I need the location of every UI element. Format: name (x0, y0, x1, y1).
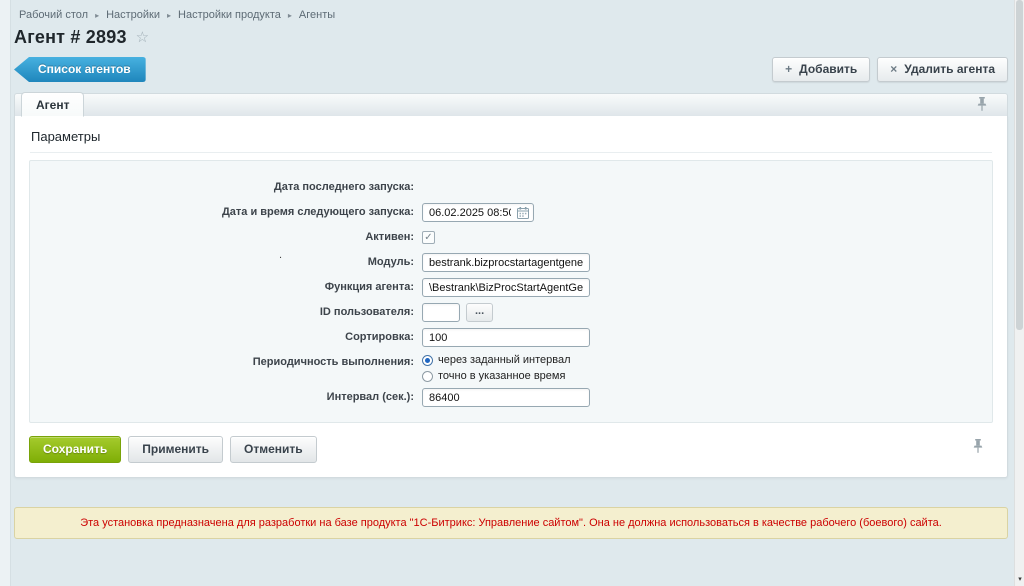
radio-selected-icon[interactable] (422, 355, 433, 366)
field-row-last-run: Дата последнего запуска: (30, 178, 992, 197)
periodicity-option-exact-time-label: точно в указанное время (438, 370, 565, 382)
breadcrumb-desktop[interactable]: Рабочий стол (19, 9, 88, 21)
field-row-periodicity: Периодичность выполнения: через заданный… (30, 353, 992, 382)
favorite-star-icon[interactable]: ☆ (136, 30, 149, 45)
toolbar: Список агентов + Добавить × Удалить аген… (14, 57, 1008, 82)
close-icon: × (890, 63, 897, 75)
agent-list-button[interactable]: Список агентов (14, 57, 146, 82)
field-row-sort: Сортировка: (30, 328, 992, 347)
pin-icon[interactable] (977, 97, 987, 116)
main-content: Рабочий стол ▸ Настройки ▸ Настройки про… (14, 0, 1008, 539)
delete-button-label: Удалить агента (904, 62, 995, 76)
field-row-user-id: ID пользователя: ... (30, 303, 992, 322)
next-run-label: Дата и время следующего запуска: (30, 203, 422, 222)
field-row-function: Функция агента: (30, 278, 992, 297)
breadcrumb-separator-icon: ▸ (288, 11, 292, 20)
parameters-panel: . Дата последнего запуска: Дата и время … (29, 160, 993, 423)
cancel-button[interactable]: Отменить (230, 436, 317, 463)
periodicity-option-interval-label: через заданный интервал (438, 354, 571, 366)
periodicity-option-exact-time[interactable]: точно в указанное время (422, 370, 565, 382)
stray-dot: . (279, 249, 282, 261)
user-id-input[interactable] (422, 303, 460, 322)
breadcrumb-settings[interactable]: Настройки (106, 9, 160, 21)
breadcrumb: Рабочий стол ▸ Настройки ▸ Настройки про… (14, 0, 1008, 21)
active-label: Активен: (30, 228, 422, 247)
agent-function-input[interactable] (422, 278, 590, 297)
save-button[interactable]: Сохранить (29, 436, 121, 463)
breadcrumb-separator-icon: ▸ (95, 11, 99, 20)
dev-install-warning: Эта установка предназначена для разработ… (14, 507, 1008, 539)
field-row-module: Модуль: (30, 253, 992, 272)
add-button[interactable]: + Добавить (772, 57, 870, 82)
delete-agent-button[interactable]: × Удалить агента (877, 57, 1008, 82)
field-row-active: Активен: ✓ (30, 228, 992, 247)
module-label: Модуль: (30, 253, 422, 272)
scroll-down-arrow-icon[interactable]: ▾ (1015, 575, 1024, 583)
left-gutter (0, 0, 11, 586)
vertical-scrollbar[interactable]: ▾ (1014, 0, 1024, 586)
periodicity-option-interval[interactable]: через заданный интервал (422, 354, 571, 366)
scrollbar-thumb[interactable] (1016, 0, 1023, 330)
radio-unselected-icon[interactable] (422, 371, 433, 382)
sort-input[interactable] (422, 328, 590, 347)
function-label: Функция агента: (30, 278, 422, 297)
breadcrumb-agents[interactable]: Агенты (299, 9, 335, 21)
section-title: Параметры (30, 116, 992, 153)
breadcrumb-product-settings[interactable]: Настройки продукта (178, 9, 281, 21)
pin-icon[interactable] (973, 439, 983, 458)
form-actions: Сохранить Применить Отменить (15, 423, 1007, 477)
apply-button[interactable]: Применить (128, 436, 223, 463)
user-browse-button[interactable]: ... (466, 303, 493, 322)
tab-strip: Агент (14, 93, 1008, 116)
sort-label: Сортировка: (30, 328, 422, 347)
interval-label: Интервал (сек.): (30, 388, 422, 407)
periodicity-label: Периодичность выполнения: (30, 353, 422, 372)
page-title: Агент # 2893 (14, 27, 127, 48)
calendar-icon[interactable] (517, 207, 529, 219)
title-row: Агент # 2893 ☆ (14, 27, 1008, 48)
active-checkbox[interactable]: ✓ (422, 231, 435, 244)
user-id-label: ID пользователя: (30, 303, 422, 322)
plus-icon: + (785, 63, 792, 75)
last-run-label: Дата последнего запуска: (30, 178, 422, 197)
form-container: Параметры . Дата последнего запуска: Дат… (14, 116, 1008, 478)
next-run-field-wrap (422, 203, 534, 222)
module-input[interactable] (422, 253, 590, 272)
tab-agent[interactable]: Агент (21, 92, 84, 117)
toolbar-right: + Добавить × Удалить агента (772, 57, 1008, 82)
breadcrumb-separator-icon: ▸ (167, 11, 171, 20)
add-button-label: Добавить (799, 62, 857, 76)
field-row-interval: Интервал (сек.): (30, 388, 992, 407)
interval-input[interactable] (422, 388, 590, 407)
field-row-next-run: Дата и время следующего запуска: (30, 203, 992, 222)
